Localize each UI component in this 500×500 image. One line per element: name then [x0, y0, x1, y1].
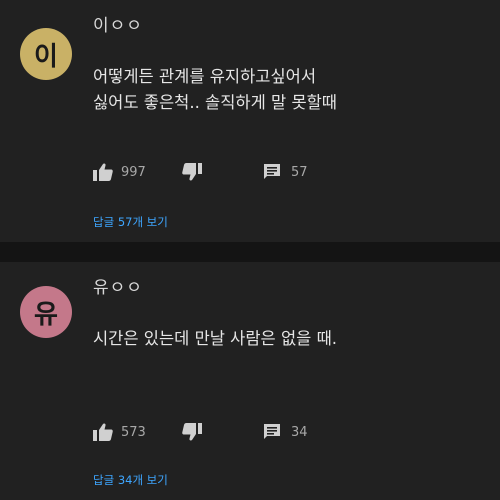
- comment-text: 어떻게든 관계를 유지하고싶어서 싫어도 좋은척.. 솔직하게 말 못할때: [93, 67, 337, 112]
- author-name[interactable]: 유ㅇㅇ: [93, 273, 143, 298]
- comment-actions: 573 34: [0, 420, 500, 444]
- view-replies-link[interactable]: 답글 34개 보기: [93, 472, 168, 488]
- like-count: 573: [121, 424, 146, 440]
- thumbs-down-icon: [182, 423, 202, 441]
- comment-card: 이 이ㅇㅇ 어떻게든 관계를 유지하고싶어서 싫어도 좋은척.. 솔직하게 말 …: [0, 0, 500, 242]
- like-button[interactable]: 997: [93, 160, 146, 184]
- dislike-button[interactable]: [182, 420, 202, 444]
- comment-icon: [264, 164, 280, 179]
- thumbs-down-icon: [182, 163, 202, 181]
- author-name[interactable]: 이ㅇㅇ: [93, 11, 143, 36]
- view-replies-link[interactable]: 답글 57개 보기: [93, 214, 168, 230]
- comment-text: 시간은 있는데 만날 사람은 없을 때.: [93, 329, 337, 348]
- comment-actions: 997 57: [0, 160, 500, 184]
- thumbs-up-icon: [93, 423, 113, 441]
- comment-icon: [264, 424, 280, 439]
- avatar[interactable]: 유: [20, 286, 72, 338]
- reply-count: 57: [291, 164, 308, 180]
- avatar[interactable]: 이: [20, 28, 72, 80]
- reply-count: 34: [291, 424, 308, 440]
- comment-card: 유 유ㅇㅇ 시간은 있는데 만날 사람은 없을 때. 573 34 답글 34개…: [0, 262, 500, 500]
- reply-button[interactable]: 57: [263, 160, 308, 184]
- reply-button[interactable]: 34: [263, 420, 308, 444]
- like-button[interactable]: 573: [93, 420, 146, 444]
- thumbs-up-icon: [93, 163, 113, 181]
- like-count: 997: [121, 164, 146, 180]
- dislike-button[interactable]: [182, 160, 202, 184]
